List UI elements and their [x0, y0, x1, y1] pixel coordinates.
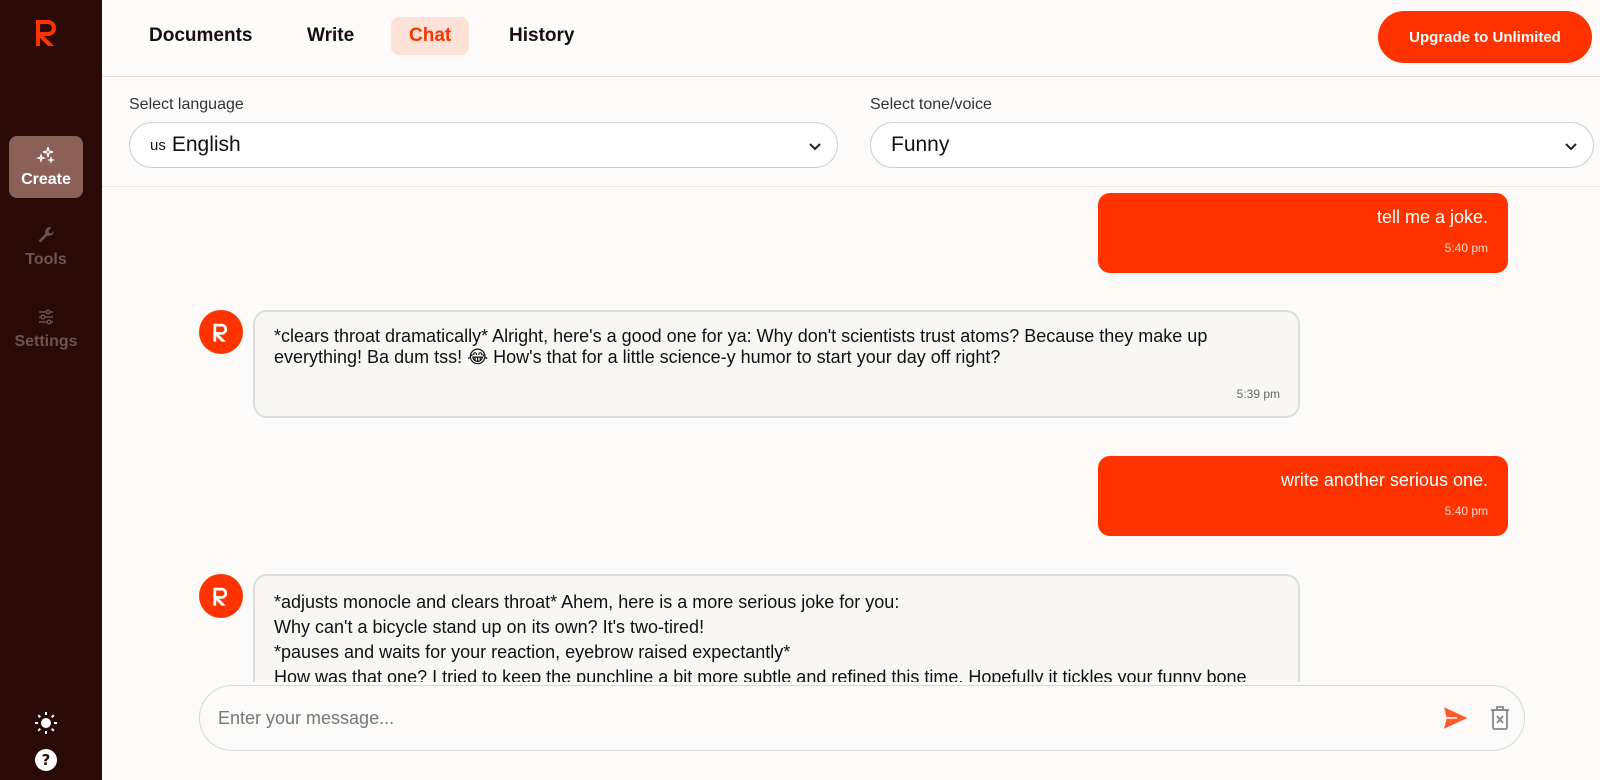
app-logo-icon	[213, 587, 228, 606]
message-text: *clears throat dramatically* Alright, he…	[274, 326, 1208, 367]
message-line: *pauses and waits for your reaction, eye…	[274, 642, 791, 662]
message-line: *adjusts monocle and clears throat* Ahem…	[274, 592, 900, 612]
language-value: English	[171, 133, 241, 156]
message-input[interactable]	[218, 686, 1408, 750]
tab-write[interactable]: Write	[289, 17, 372, 55]
sidebar-item-create[interactable]: Create	[9, 136, 83, 198]
sidebar: Create Tools Settings ?	[0, 0, 102, 780]
language-label: Select language	[129, 96, 244, 113]
chevron-down-icon	[809, 143, 821, 151]
tab-history[interactable]: History	[491, 17, 592, 55]
chat-thread[interactable]: tell me a joke. 5:40 pm *clears throat d…	[102, 188, 1600, 682]
assistant-avatar	[199, 310, 243, 354]
trash-icon[interactable]	[1490, 705, 1510, 731]
wrench-icon	[38, 227, 54, 243]
message-time: 5:39 pm	[1236, 387, 1280, 401]
message-text: tell me a joke.	[1376, 207, 1488, 227]
language-flag: us	[150, 136, 166, 154]
tab-chat[interactable]: Chat	[391, 17, 470, 55]
app-logo-icon[interactable]	[34, 16, 60, 48]
send-icon[interactable]	[1442, 705, 1470, 731]
message-composer	[199, 685, 1525, 751]
upgrade-button[interactable]: Upgrade to Unlimited	[1378, 11, 1592, 63]
sidebar-item-label: Create	[21, 171, 71, 188]
svg-text:?: ?	[42, 751, 51, 769]
message-time: 5:40 pm	[1444, 504, 1488, 518]
assistant-avatar	[199, 574, 243, 618]
assistant-message: *adjusts monocle and clears throat* Ahem…	[253, 574, 1300, 682]
sliders-icon	[39, 309, 53, 325]
sidebar-item-settings[interactable]: Settings	[9, 298, 83, 360]
user-message: tell me a joke. 5:40 pm	[1098, 193, 1508, 273]
sidebar-item-label: Settings	[14, 333, 78, 350]
top-nav: Documents Write Chat History Upgrade to …	[102, 0, 1600, 77]
message-time: 5:40 pm	[1444, 241, 1488, 255]
chat-options: Select language us English Select tone/v…	[102, 78, 1600, 187]
sidebar-item-label: Tools	[25, 251, 67, 268]
assistant-message: *clears throat dramatically* Alright, he…	[253, 310, 1300, 418]
message-line: Why can't a bicycle stand up on its own?…	[274, 617, 705, 637]
app-logo-icon	[213, 323, 228, 342]
tone-value: Funny	[891, 133, 950, 156]
tab-documents[interactable]: Documents	[131, 17, 270, 55]
message-line: How was that one? I tried to keep the pu…	[274, 667, 1247, 682]
user-message: write another serious one. 5:40 pm	[1098, 456, 1508, 536]
language-select[interactable]: us English	[129, 122, 838, 168]
chevron-down-icon	[1565, 143, 1577, 151]
sidebar-item-tools[interactable]: Tools	[9, 216, 83, 278]
help-icon[interactable]: ?	[34, 748, 58, 772]
sun-icon[interactable]	[34, 711, 58, 735]
sparkles-icon	[36, 146, 55, 164]
tone-label: Select tone/voice	[870, 96, 992, 113]
tone-select[interactable]: Funny	[870, 122, 1594, 168]
message-text: write another serious one.	[1280, 470, 1488, 490]
